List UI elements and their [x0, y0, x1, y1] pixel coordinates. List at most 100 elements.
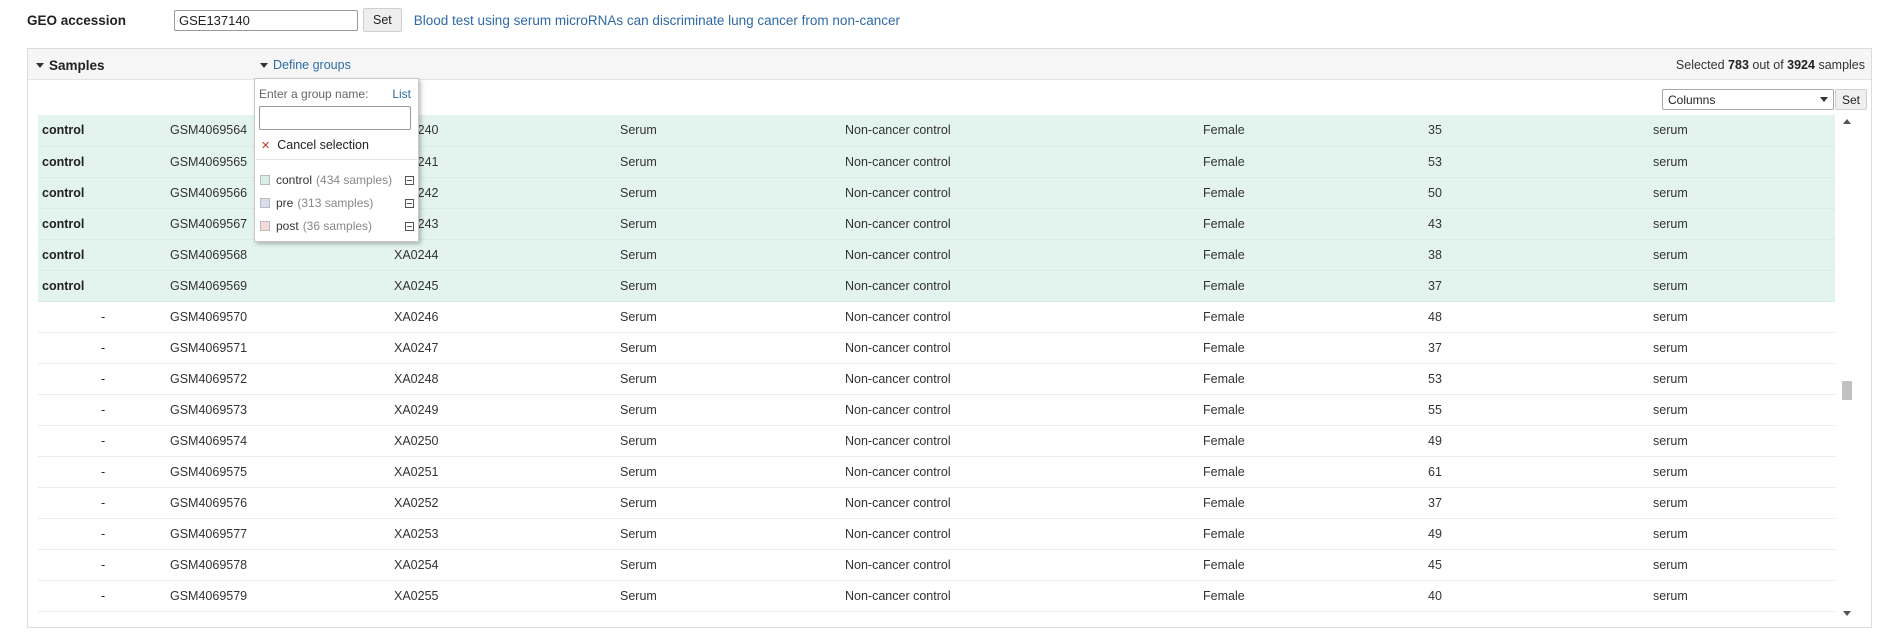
columns-set-button[interactable]: Set	[1835, 89, 1868, 110]
cell-disease: Non-cancer control	[845, 456, 1203, 488]
cell-disease: Non-cancer control	[845, 301, 1203, 333]
cell-type: serum	[1653, 518, 1835, 550]
group-item-pre[interactable]: pre (313 samples)	[259, 192, 416, 214]
table-row[interactable]: - GSM4069575 XA0251 Serum Non-cancer control…	[38, 456, 1835, 488]
remove-group-icon[interactable]	[405, 176, 414, 185]
cell-sex: Female	[1203, 301, 1428, 333]
geo-accession-input[interactable]	[174, 9, 358, 31]
cell-disease: Non-cancer control	[845, 580, 1203, 612]
cell-gsm: GSM4069577	[170, 518, 394, 550]
cell-source: Serum	[620, 487, 845, 519]
cell-source: Serum	[620, 363, 845, 395]
cell-source: Serum	[620, 425, 845, 457]
selected-middle: out of	[1752, 58, 1784, 72]
cell-sex: Female	[1203, 115, 1428, 147]
cell-age: 37	[1428, 270, 1653, 302]
selected-suffix: samples	[1818, 58, 1865, 72]
group-count: (313 samples)	[297, 196, 374, 210]
cell-group: -	[38, 332, 170, 364]
table-row[interactable]: control GSM4069569 XA0245 Serum Non-cancer c…	[38, 270, 1835, 302]
cell-type: serum	[1653, 580, 1835, 612]
cell-id: XA0251	[394, 456, 620, 488]
cell-source: Serum	[620, 549, 845, 581]
cancel-selection-button[interactable]: ✕ Cancel selection	[259, 138, 369, 152]
cell-gsm: GSM4069578	[170, 549, 394, 581]
group-color-swatch	[260, 175, 270, 185]
cell-source: Serum	[620, 394, 845, 426]
remove-group-icon[interactable]	[405, 222, 414, 231]
cell-disease: Non-cancer control	[845, 208, 1203, 240]
cell-sex: Female	[1203, 518, 1428, 550]
group-name-prompt: Enter a group name:	[259, 87, 369, 101]
table-row[interactable]: control GSM4069568 XA0244 Serum Non-cancer c…	[38, 239, 1835, 271]
cell-sex: Female	[1203, 270, 1428, 302]
caret-down-icon	[36, 63, 44, 68]
columns-select[interactable]: Columns	[1662, 89, 1834, 110]
scroll-up-arrow-icon[interactable]	[1843, 119, 1851, 124]
define-groups-dropdown: Enter a group name: List ✕ Cancel select…	[254, 78, 419, 242]
cell-age: 45	[1428, 549, 1653, 581]
cell-gsm: GSM4069576	[170, 487, 394, 519]
table-row[interactable]: - GSM4069577 XA0253 Serum Non-cancer control…	[38, 518, 1835, 550]
cell-gsm: GSM4069575	[170, 456, 394, 488]
cell-type: serum	[1653, 115, 1835, 147]
cancel-selection-label: Cancel selection	[277, 138, 369, 152]
cell-group: -	[38, 363, 170, 395]
cell-source: Serum	[620, 456, 845, 488]
cell-source: Serum	[620, 239, 845, 271]
table-row[interactable]: - GSM4069573 XA0249 Serum Non-cancer control…	[38, 394, 1835, 426]
cell-id: XA0242	[394, 177, 620, 209]
samples-toggle[interactable]: Samples	[36, 58, 105, 73]
cell-gsm: GSM4069568	[170, 239, 394, 271]
cell-age: 37	[1428, 487, 1653, 519]
cell-id: XA0241	[394, 146, 620, 178]
dataset-title-link[interactable]: Blood test using serum microRNAs can dis…	[414, 13, 900, 28]
cell-disease: Non-cancer control	[845, 518, 1203, 550]
selected-prefix: Selected	[1675, 58, 1725, 72]
samples-panel-header: Samples Define groups Selected 783 out o…	[28, 49, 1871, 79]
table-row[interactable]: - GSM4069576 XA0252 Serum Non-cancer control…	[38, 487, 1835, 519]
cell-sex: Female	[1203, 208, 1428, 240]
table-row[interactable]: - GSM4069572 XA0248 Serum Non-cancer control…	[38, 363, 1835, 395]
table-row[interactable]: - GSM4069579 XA0255 Serum Non-cancer control…	[38, 580, 1835, 612]
cell-disease: Non-cancer control	[845, 270, 1203, 302]
cell-age: 55	[1428, 394, 1653, 426]
cell-sex: Female	[1203, 580, 1428, 612]
cell-gsm: GSM4069569	[170, 270, 394, 302]
cell-group: -	[38, 580, 170, 612]
cell-source: Serum	[620, 518, 845, 550]
table-scrollbar[interactable]	[1839, 115, 1853, 620]
cell-group: control	[38, 146, 170, 178]
cell-age: 49	[1428, 518, 1653, 550]
cell-disease: Non-cancer control	[845, 363, 1203, 395]
cell-group: control	[38, 115, 170, 147]
geo-set-button[interactable]: Set	[363, 8, 402, 32]
group-count: (434 samples)	[316, 173, 393, 187]
scrollbar-thumb[interactable]	[1842, 381, 1852, 400]
cell-type: serum	[1653, 177, 1835, 209]
cell-id: XA0252	[394, 487, 620, 519]
group-name: post	[276, 219, 299, 233]
cell-id: XA0248	[394, 363, 620, 395]
table-row[interactable]: - GSM4069571 XA0247 Serum Non-cancer control…	[38, 332, 1835, 364]
group-name-input[interactable]	[259, 106, 411, 130]
cell-id: XA0240	[394, 115, 620, 147]
table-row[interactable]: - GSM4069570 XA0246 Serum Non-cancer control…	[38, 301, 1835, 333]
cell-group: -	[38, 549, 170, 581]
cell-sex: Female	[1203, 332, 1428, 364]
remove-group-icon[interactable]	[405, 199, 414, 208]
cell-sex: Female	[1203, 456, 1428, 488]
define-groups-toggle[interactable]: Define groups	[260, 58, 351, 72]
group-item-control[interactable]: control (434 samples)	[259, 169, 416, 191]
cell-age: 61	[1428, 456, 1653, 488]
group-item-post[interactable]: post (36 samples)	[259, 215, 416, 237]
table-row[interactable]: - GSM4069574 XA0250 Serum Non-cancer control…	[38, 425, 1835, 457]
cell-source: Serum	[620, 208, 845, 240]
table-row[interactable]: - GSM4069578 XA0254 Serum Non-cancer control…	[38, 549, 1835, 581]
samples-title: Samples	[49, 58, 105, 73]
cell-age: 53	[1428, 363, 1653, 395]
total-count: 3924	[1787, 58, 1815, 72]
list-link[interactable]: List	[392, 87, 411, 101]
cell-sex: Female	[1203, 177, 1428, 209]
scroll-down-arrow-icon[interactable]	[1843, 611, 1851, 616]
